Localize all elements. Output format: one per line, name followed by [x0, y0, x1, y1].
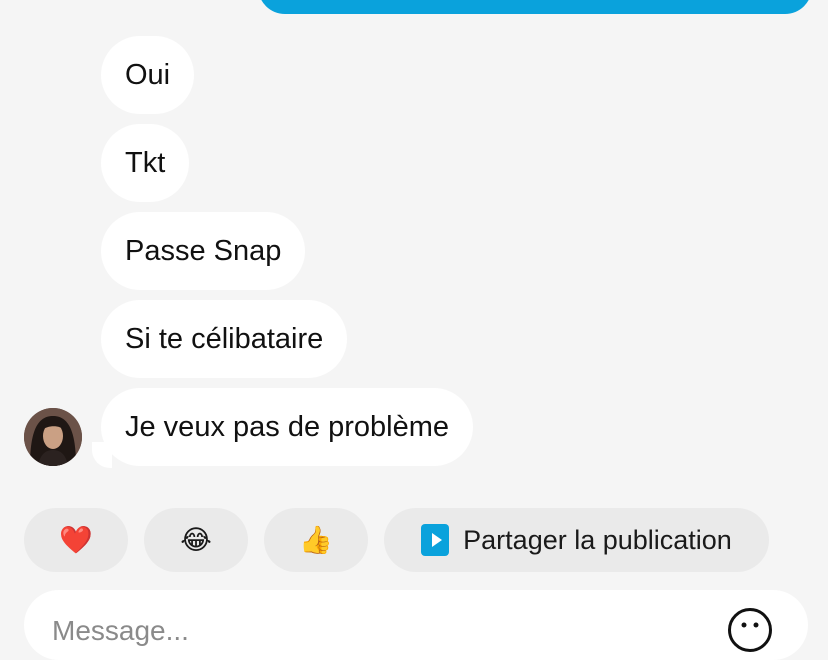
avatar-portrait-icon — [24, 408, 82, 466]
message-text: Tkt — [125, 146, 166, 179]
thumbs-up-reaction-button[interactable]: 👍 — [264, 508, 368, 572]
message-bubble[interactable]: Passe Snap — [101, 212, 306, 290]
message-bubble[interactable]: Oui — [101, 36, 195, 114]
message-text: Oui — [125, 58, 171, 91]
play-square-icon — [421, 524, 450, 556]
sender-avatar[interactable] — [24, 408, 82, 466]
sent-message-bubble[interactable] — [258, 0, 812, 14]
message-text: Je veux pas de problème — [125, 410, 450, 443]
laugh-reaction-button[interactable]: 😂 — [144, 508, 248, 572]
message-bubble[interactable]: Si te célibataire — [101, 300, 348, 378]
heart-icon: ❤️ — [59, 525, 93, 555]
message-composer — [24, 590, 808, 660]
message-text: Si te célibataire — [125, 322, 324, 355]
message-input[interactable] — [50, 610, 704, 652]
message-text: Passe Snap — [125, 234, 282, 267]
emoji-button[interactable] — [728, 608, 772, 652]
laughing-face-icon: 😂 — [180, 524, 212, 555]
quick-reactions-bar: ❤️ 😂 👍 Partager la publication — [0, 508, 828, 572]
message-bubble-last[interactable]: Je veux pas de problème — [101, 388, 474, 466]
message-bubble[interactable]: Tkt — [101, 124, 190, 202]
share-post-label: Partager la publication — [463, 524, 732, 555]
thumbs-up-icon: 👍 — [299, 525, 333, 555]
smiley-icon — [741, 622, 759, 628]
heart-reaction-button[interactable]: ❤️ — [24, 508, 128, 572]
share-post-button[interactable]: Partager la publication — [384, 508, 769, 572]
